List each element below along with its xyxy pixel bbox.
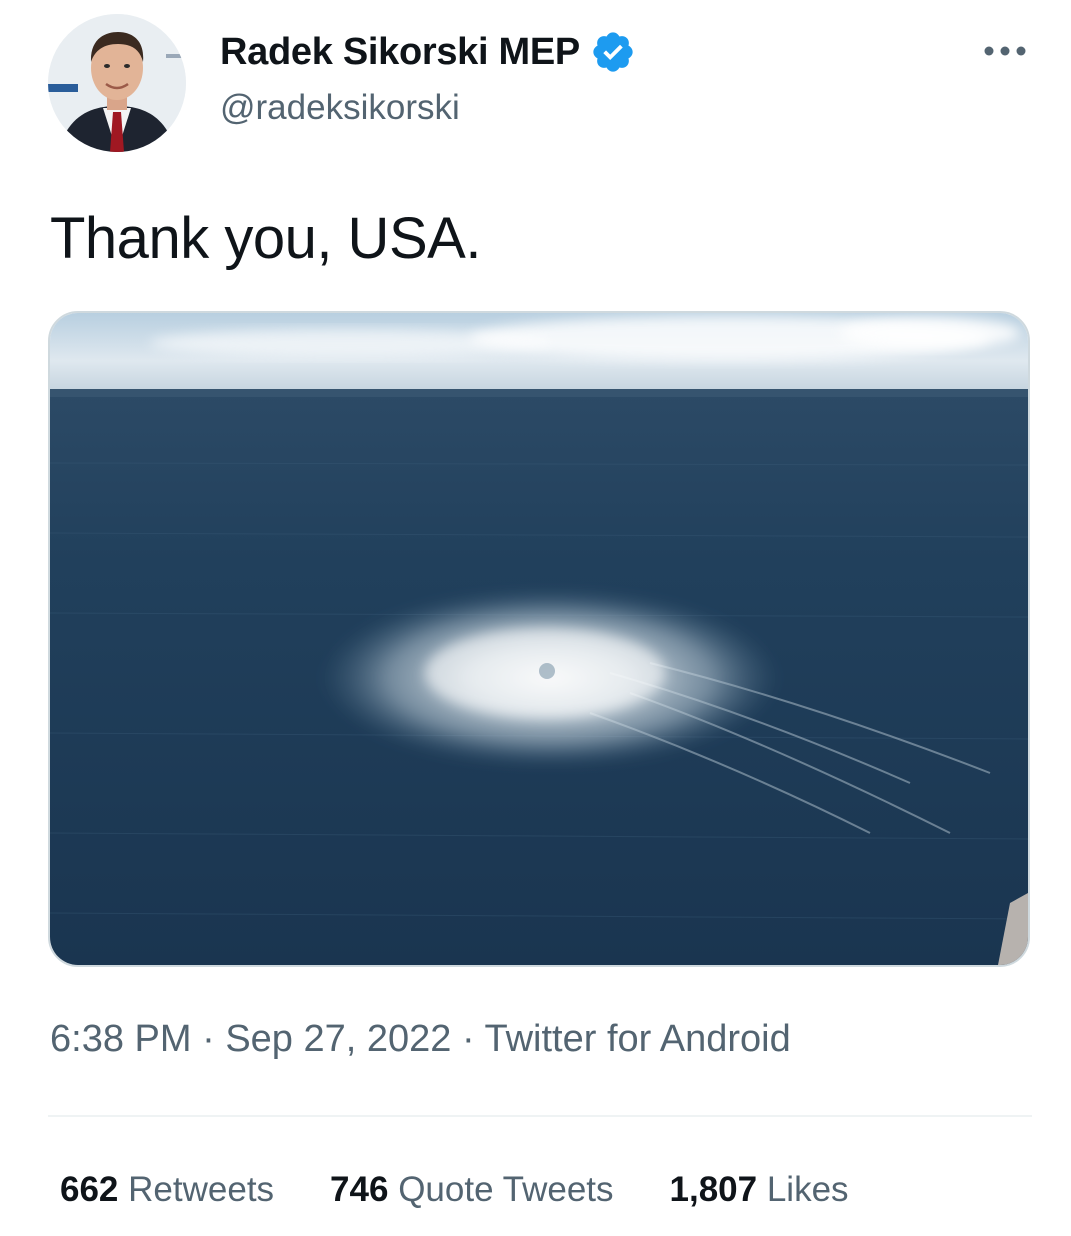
- retweets-label: Retweets: [128, 1170, 275, 1209]
- quote-tweets-stat[interactable]: 746 Quote Tweets: [330, 1170, 613, 1210]
- tweet-time[interactable]: 6:38 PM: [50, 1018, 192, 1060]
- avatar-portrait-icon: [48, 14, 186, 152]
- retweets-stat[interactable]: 662 Retweets: [60, 1170, 274, 1210]
- tweet-detail: Radek Sikorski MEP @radeksikorski Thank …: [0, 0, 1071, 1236]
- more-horizontal-icon[interactable]: [980, 36, 1030, 66]
- tweet-meta: 6:38 PM · Sep 27, 2022 · Twitter for And…: [50, 1018, 791, 1061]
- tweet-source[interactable]: Twitter for Android: [485, 1018, 791, 1060]
- likes-count: 1,807: [669, 1170, 758, 1209]
- likes-stat[interactable]: 1,807 Likes: [670, 1170, 849, 1210]
- tweet-text: Thank you, USA.: [50, 206, 481, 271]
- meta-separator: ·: [461, 1018, 475, 1060]
- verified-badge-icon: [590, 29, 636, 75]
- quote-tweets-count: 746: [330, 1170, 389, 1209]
- retweets-count: 662: [60, 1170, 119, 1209]
- user-handle[interactable]: @radeksikorski: [220, 88, 460, 128]
- likes-label: Likes: [766, 1170, 849, 1209]
- divider: [48, 1115, 1032, 1117]
- tweet-photo[interactable]: [48, 311, 1030, 967]
- tweet-stats: 662 Retweets 746 Quote Tweets 1,807 Like…: [60, 1170, 905, 1210]
- display-name[interactable]: Radek Sikorski MEP: [220, 31, 580, 74]
- meta-separator: ·: [202, 1018, 215, 1060]
- tweet-date[interactable]: Sep 27, 2022: [225, 1018, 451, 1060]
- quote-tweets-label: Quote Tweets: [398, 1170, 614, 1209]
- sea-gas-leak-photo: [50, 313, 1028, 965]
- name-row: Radek Sikorski MEP: [220, 28, 636, 76]
- avatar[interactable]: [48, 14, 186, 152]
